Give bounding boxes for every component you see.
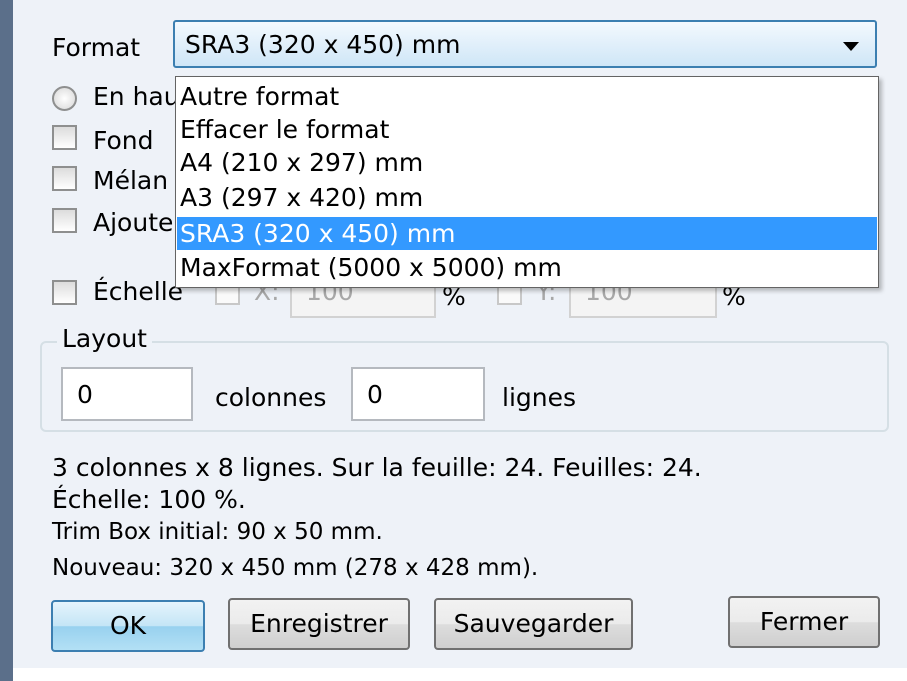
- melange-label: Mélan: [93, 166, 169, 195]
- ok-button[interactable]: OK: [51, 600, 205, 652]
- dialog-bottom-edge: [13, 668, 907, 681]
- columns-input[interactable]: 0: [61, 367, 193, 421]
- position-radio-label: En hau: [93, 82, 180, 111]
- fermer-button[interactable]: Fermer: [728, 596, 880, 648]
- echelle-label: Échelle: [93, 277, 184, 306]
- format-option[interactable]: Autre format: [177, 80, 877, 113]
- layout-group-title: Layout: [57, 324, 152, 353]
- format-option[interactable]: MaxFormat (5000 x 5000) mm: [177, 251, 877, 284]
- melange-checkbox[interactable]: [52, 166, 77, 191]
- window-left-edge: [0, 0, 13, 681]
- format-dropdown-list: Autre format Effacer le format A4 (210 x…: [175, 76, 879, 288]
- rows-value: 0: [367, 380, 383, 409]
- format-selected-value: SRA3 (320 x 450) mm: [185, 30, 461, 59]
- info-line-3: Trim Box initial: 90 x 50 mm.: [52, 519, 383, 545]
- rows-input[interactable]: 0: [351, 367, 485, 421]
- info-line-4: Nouveau: 320 x 450 mm (278 x 428 mm).: [52, 555, 539, 581]
- echelle-checkbox[interactable]: [52, 280, 77, 305]
- info-line-2: Échelle: 100 %.: [52, 485, 246, 514]
- ajouter-checkbox[interactable]: [52, 208, 77, 233]
- chevron-down-icon[interactable]: [843, 42, 859, 51]
- format-option[interactable]: A4 (210 x 297) mm: [177, 146, 877, 179]
- position-radio[interactable]: [52, 86, 77, 111]
- format-label: Format: [52, 33, 141, 62]
- format-option[interactable]: A3 (297 x 420) mm: [177, 181, 877, 214]
- info-line-1: 3 colonnes x 8 lignes. Sur la feuille: 2…: [52, 453, 702, 482]
- ajouter-label: Ajoute: [93, 208, 174, 237]
- columns-label: colonnes: [215, 383, 327, 412]
- enregistrer-button[interactable]: Enregistrer: [228, 598, 410, 650]
- rows-label: lignes: [502, 383, 577, 412]
- fond-checkbox[interactable]: [52, 125, 77, 150]
- sauvegarder-button[interactable]: Sauvegarder: [434, 598, 633, 650]
- format-option[interactable]: Effacer le format: [177, 113, 877, 146]
- columns-value: 0: [77, 380, 93, 409]
- format-select[interactable]: SRA3 (320 x 450) mm: [173, 20, 877, 68]
- format-option-selected[interactable]: SRA3 (320 x 450) mm: [177, 217, 877, 250]
- fond-label: Fond: [93, 126, 154, 155]
